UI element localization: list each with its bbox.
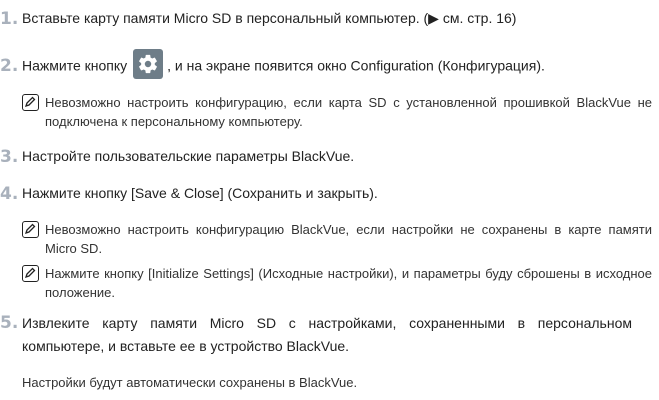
- step-number: 5.: [0, 313, 19, 333]
- step-text: Вставьте карту памяти Micro SD в персона…: [22, 10, 517, 26]
- step-number: 4.: [0, 184, 19, 204]
- note-text: Невозможно настроить конфигурацию, если …: [45, 95, 652, 129]
- step-4: 4. Нажмите кнопку [Save & Close] (Сохран…: [0, 184, 378, 204]
- step-1: 1. Вставьте карту памяти Micro SD в перс…: [0, 9, 517, 29]
- gear-icon: [133, 49, 164, 79]
- step-3: 3. Настройте пользовательские параметры …: [0, 147, 355, 167]
- step-text: Нажмите кнопку [Save & Close] (Сохранить…: [22, 185, 378, 201]
- note-pencil-icon: [22, 221, 39, 238]
- note-pencil-icon: [22, 265, 39, 282]
- step-text-after: , и на экране появится окно Configuratio…: [167, 57, 545, 74]
- step-number: 1.: [0, 9, 19, 29]
- note-3: Нажмите кнопку [Initialize Settings] (Ис…: [22, 264, 652, 302]
- step-number: 3.: [0, 147, 19, 167]
- note-pencil-icon: [22, 94, 39, 111]
- step-text: Извлеките карту памяти Micro SD с настро…: [22, 315, 632, 354]
- step-number: 2.: [0, 56, 19, 76]
- step-text: Нажмите кнопку , и на экране появится окн…: [22, 49, 545, 79]
- note-text: Невозможно настроить конфигурацию BlackV…: [45, 222, 652, 256]
- note-text: Нажмите кнопку [Initialize Settings] (Ис…: [45, 266, 652, 300]
- step-5: 5. Извлеките карту памяти Micro SD с нас…: [0, 315, 632, 358]
- note-1: Невозможно настроить конфигурацию, если …: [22, 93, 652, 131]
- step-text: Настройте пользовательские параметры Bla…: [22, 148, 355, 164]
- closing-text: Настройки будут автоматически сохранены …: [22, 375, 358, 390]
- note-2: Невозможно настроить конфигурацию BlackV…: [22, 220, 652, 258]
- step-2: 2. Нажмите кнопку , и на экране появится …: [0, 49, 545, 79]
- step-text-before: Нажмите кнопку: [22, 57, 128, 74]
